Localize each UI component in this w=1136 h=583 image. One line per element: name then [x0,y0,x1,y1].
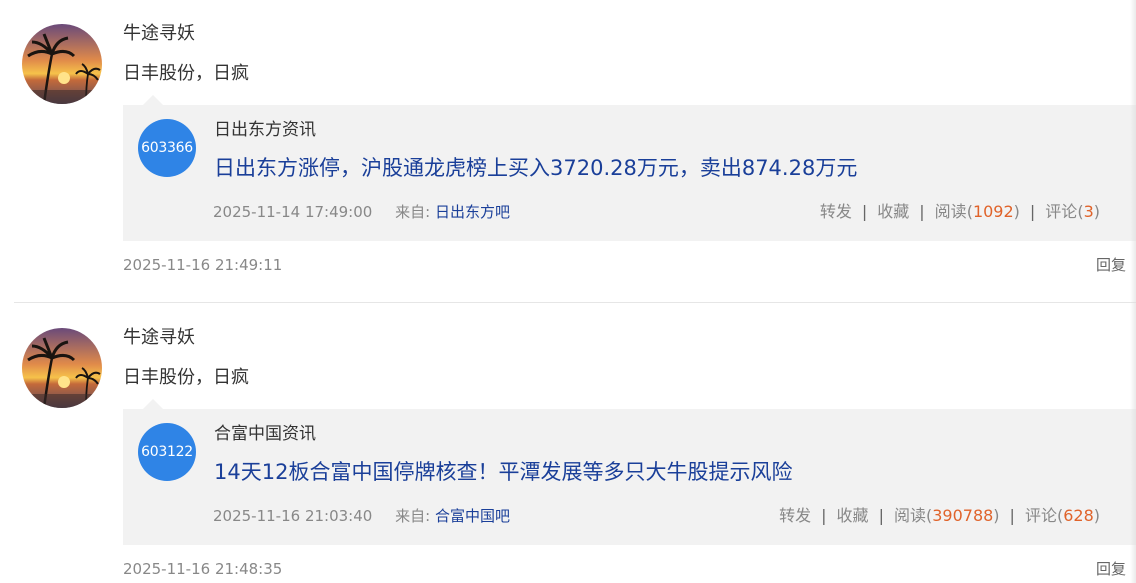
from-bar-link[interactable]: 日出东方吧 [435,203,510,221]
news-actions: 转发 | 收藏 | 阅读(390788) | 评论(628) [779,506,1100,526]
reply-button[interactable]: 回复 [1096,255,1126,275]
news-headline-link[interactable]: 14天12板合富中国停牌核查！平潭发展等多只大牛股提示风险 [214,457,792,487]
user-avatar[interactable] [22,24,102,104]
shared-news-card[interactable]: 603122 合富中国资讯 14天12板合富中国停牌核查！平潭发展等多只大牛股提… [123,409,1136,545]
reply-button[interactable]: 回复 [1096,559,1126,579]
news-source-name[interactable]: 日出东方资讯 [214,118,316,142]
comment-label: 评论 [1024,506,1057,525]
read-label: 阅读 [893,506,926,525]
comment-count-value: 628 [1063,506,1094,525]
news-source-name[interactable]: 合富中国资讯 [214,422,316,446]
stock-code-badge[interactable]: 603122 [138,423,196,481]
news-time: 2025-11-14 17:49:00 [213,203,373,221]
separator: | [861,202,868,221]
from-bar-link[interactable]: 合富中国吧 [435,507,510,525]
post-time: 2025-11-16 21:49:11 [123,256,283,274]
forward-button[interactable]: 转发 [820,202,852,221]
user-avatar[interactable] [22,328,102,408]
post-text: 日丰股份，日疯 [123,367,249,388]
from-label: 来自: [395,507,431,525]
favorite-button[interactable]: 收藏 [837,506,869,525]
separator: | [821,506,827,525]
forward-button[interactable]: 转发 [779,506,811,525]
read-count: 阅读(1092) [934,202,1020,221]
comment-button[interactable]: 评论(3) [1045,202,1100,221]
news-meta: 2025-11-14 17:49:00 来自: 日出东方吧 [213,202,510,222]
read-count-value: 1092 [972,202,1014,221]
post-time: 2025-11-16 21:48:35 [123,560,283,578]
news-actions: 转发 | 收藏 | 阅读(1092) | 评论(3) [820,202,1100,222]
news-meta: 2025-11-16 21:03:40 来自: 合富中国吧 [213,506,510,526]
favorite-button[interactable]: 收藏 [877,202,909,221]
username[interactable]: 牛途寻妖 [123,22,195,46]
separator: | [1009,506,1015,525]
comment-label: 评论 [1045,202,1078,221]
news-time: 2025-11-16 21:03:40 [213,507,373,525]
from-label: 来自: [395,203,431,221]
comment-button[interactable]: 评论(628) [1025,506,1100,525]
stock-code-badge[interactable]: 603366 [138,119,196,177]
post-divider [14,302,1136,303]
separator: | [919,202,925,221]
separator: | [878,506,884,525]
read-count-value: 390788 [932,506,994,525]
card-pointer [143,95,163,105]
news-headline-link[interactable]: 日出东方涨停，沪股通龙虎榜上买入3720.28万元，卖出874.28万元 [214,153,857,183]
comment-count-value: 3 [1083,202,1094,221]
read-count: 阅读(390788) [893,506,1000,525]
post-text: 日丰股份，日疯 [123,63,249,84]
card-pointer [143,399,163,409]
username[interactable]: 牛途寻妖 [123,326,195,350]
separator: | [1029,202,1036,221]
read-label: 阅读 [934,202,967,221]
shared-news-card[interactable]: 603366 日出东方资讯 日出东方涨停，沪股通龙虎榜上买入3720.28万元，… [123,105,1136,241]
scroll-edge-shadow [1130,0,1136,583]
